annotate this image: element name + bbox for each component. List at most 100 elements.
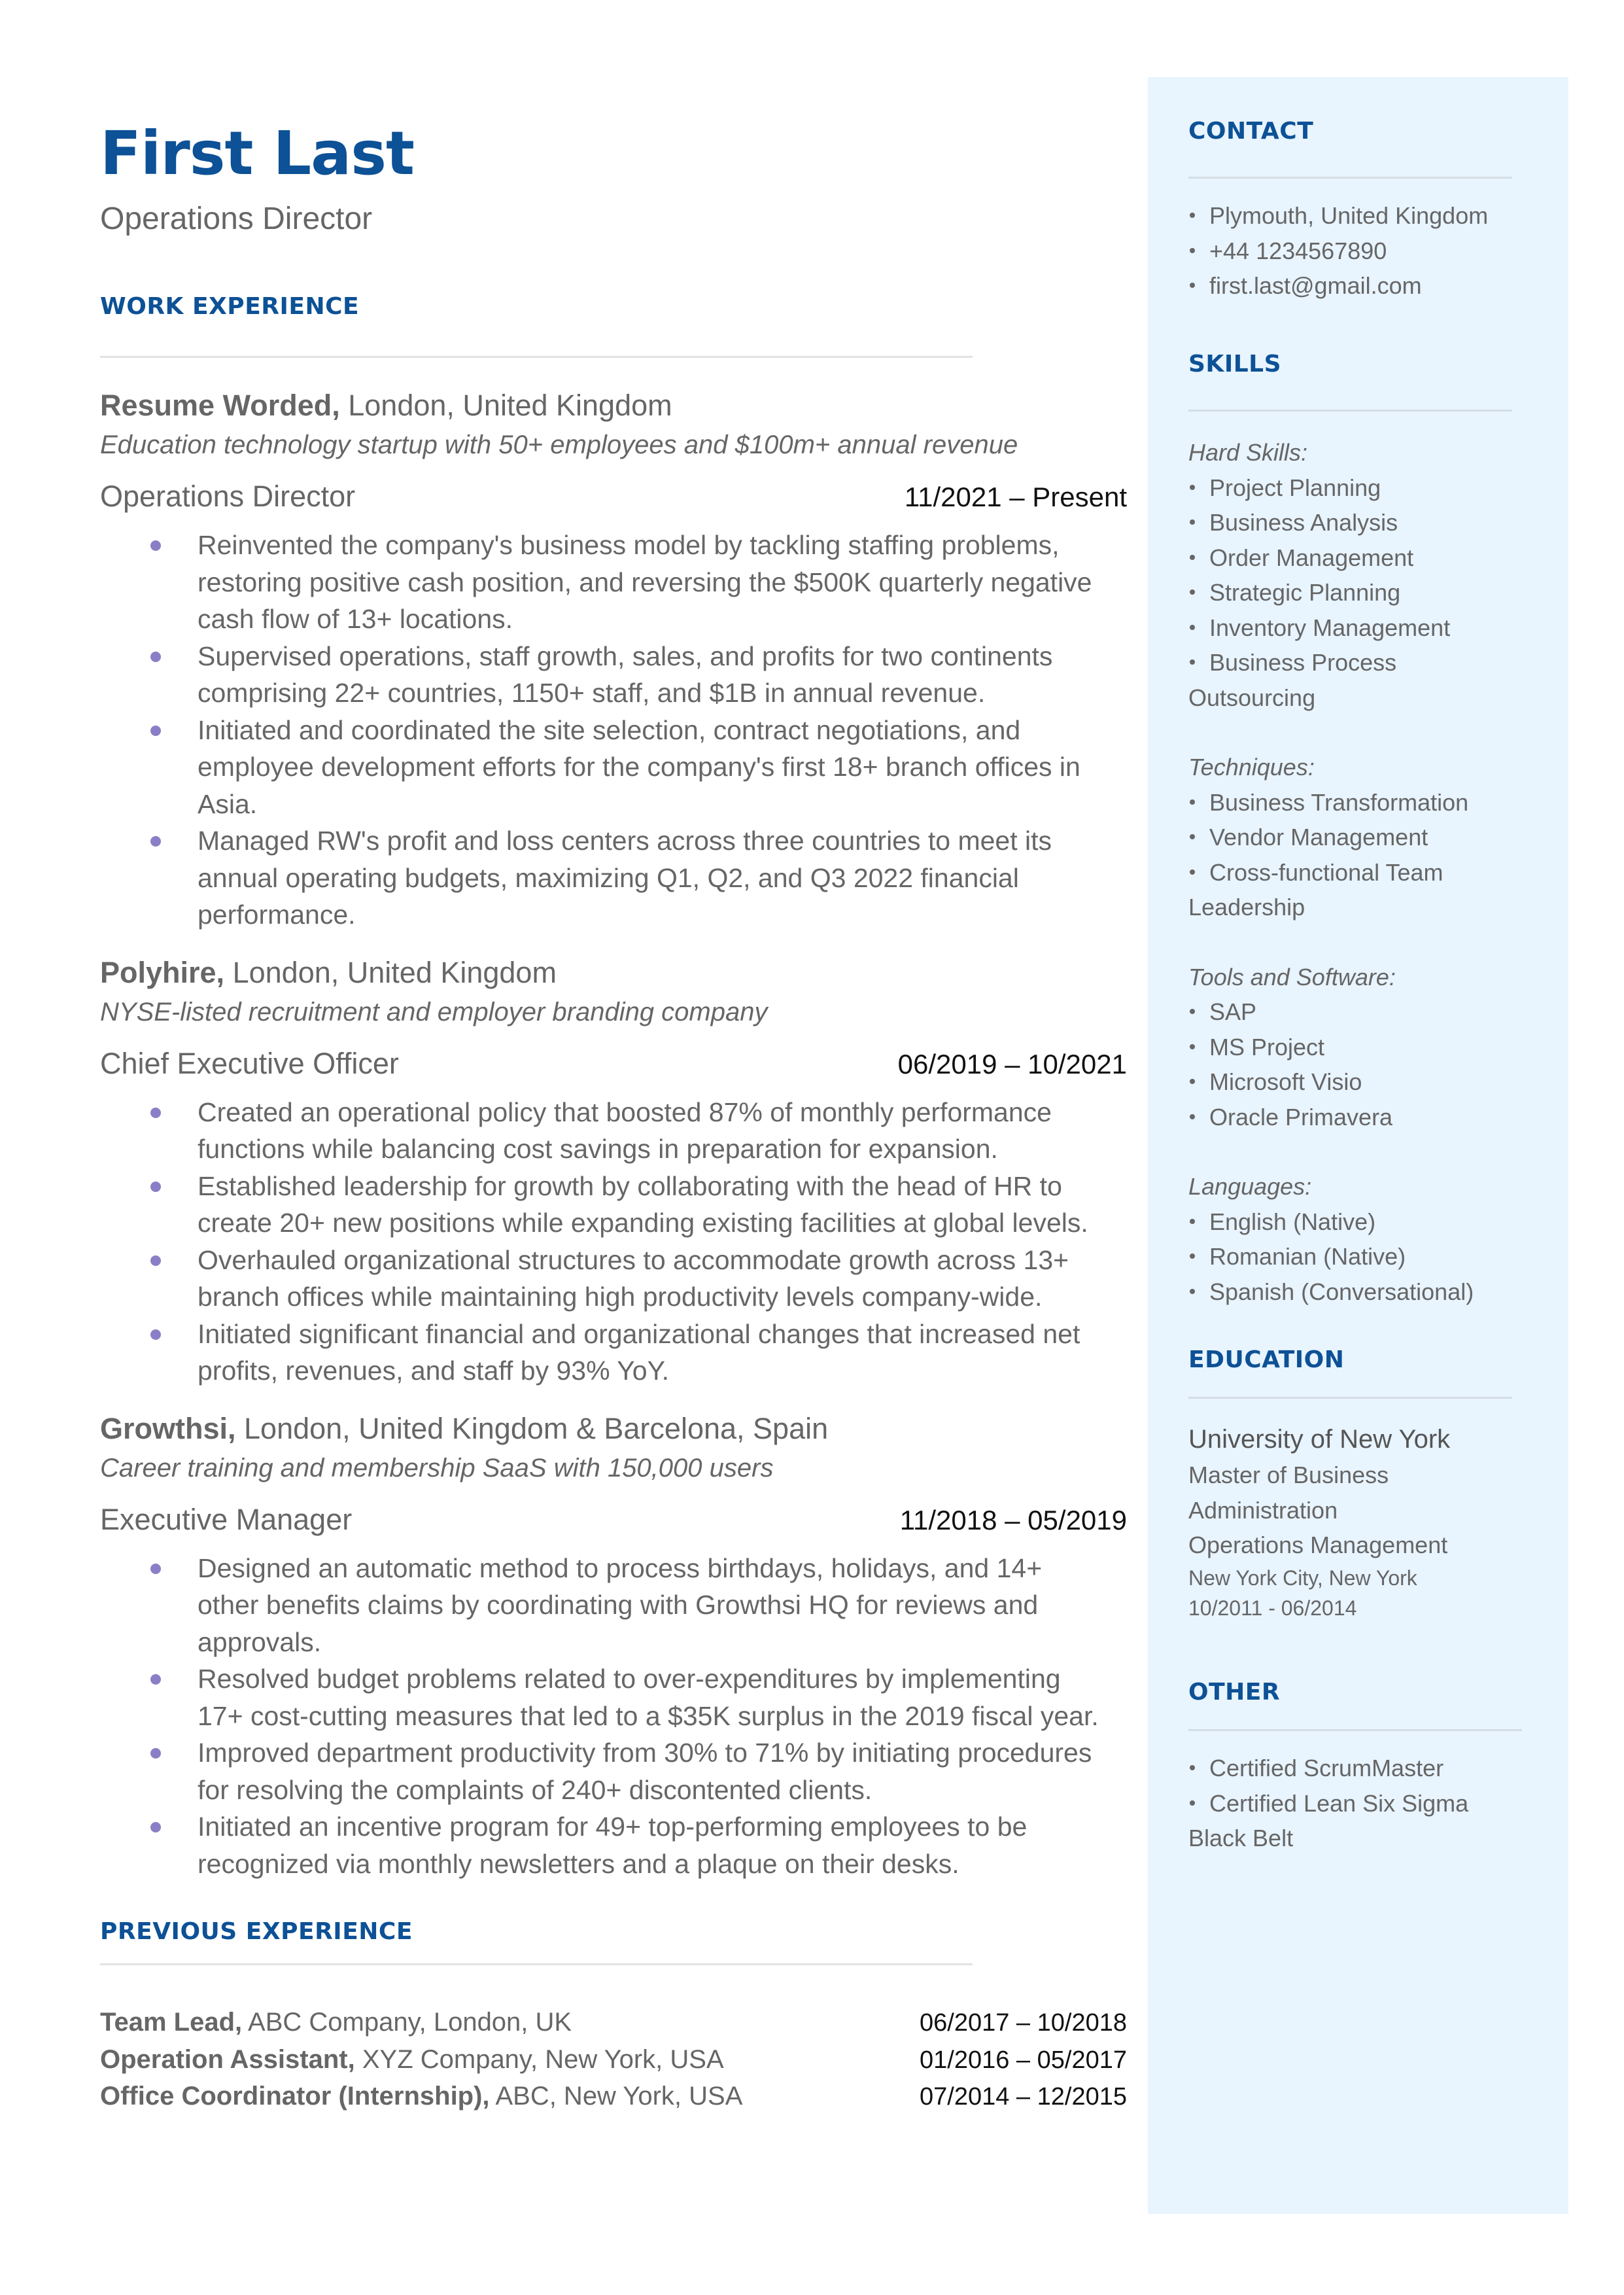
section-title-work-experience: WORK EXPERIENCE: [100, 293, 360, 320]
work-experience-list: Resume Worded, London, United Kingdom Ed…: [100, 386, 1127, 1902]
previous-experience-item: Operation Assistant, XYZ Company, New Yo…: [100, 2041, 1127, 2078]
skill-text: Cross-functional Team Leadership: [1188, 858, 1443, 921]
section-title-previous-experience: PREVIOUS EXPERIENCE: [100, 1918, 413, 1945]
education-school: University of New York: [1188, 1425, 1451, 1454]
education-field: Operations Management: [1188, 1532, 1448, 1558]
candidate-headline: Operations Director: [100, 201, 373, 236]
bullet-item: Reinvented the company's business model …: [100, 527, 1100, 638]
skill-group-label: Techniques:: [1188, 754, 1315, 780]
company-name: Polyhire,: [100, 955, 225, 989]
skill-text: Spanish (Conversational): [1209, 1278, 1474, 1305]
bullet-dot-icon: [1190, 1765, 1195, 1771]
previous-experience-item: Office Coordinator (Internship), ABC, Ne…: [100, 2078, 1127, 2115]
skill-item: English (Native): [1188, 1204, 1542, 1240]
section-divider: [100, 356, 973, 358]
bullet-dot-icon: [150, 1822, 161, 1832]
company-line: Resume Worded, London, United Kingdom: [100, 386, 1127, 425]
contact-phone: +44 1234567890: [1188, 234, 1542, 269]
skill-text: Microsoft Visio: [1209, 1068, 1362, 1095]
previous-dates: 06/2017 – 10/2018: [920, 2009, 1127, 2037]
bullet-dot-icon: [1190, 283, 1195, 289]
contact-phone-text: +44 1234567890: [1209, 237, 1387, 264]
previous-experience-list: Team Lead, ABC Company, London, UK 06/20…: [100, 2004, 1127, 2115]
section-title-contact: CONTACT: [1188, 118, 1314, 145]
bullet-dot-icon: [150, 651, 161, 662]
bullet-text: Managed RW's profit and loss centers acr…: [198, 826, 1052, 930]
skill-list: English (Native) Romanian (Native) Spani…: [1188, 1204, 1542, 1310]
candidate-name: First Last: [100, 118, 415, 188]
job-bullets: Created an operational policy that boost…: [100, 1094, 1127, 1390]
previous-role: Operation Assistant,: [100, 2044, 355, 2074]
bullet-text: Supervised operations, staff growth, sal…: [198, 640, 1053, 709]
skill-list: Project Planning Business Analysis Order…: [1188, 470, 1542, 716]
bullet-dot-icon: [1190, 869, 1195, 875]
section-divider: [1188, 177, 1512, 179]
skill-text: SAP: [1209, 998, 1257, 1025]
skills-groups: Hard Skills: Project Planning Business A…: [1188, 435, 1542, 1309]
bullet-item: Created an operational policy that boost…: [100, 1094, 1100, 1168]
skill-text: Project Planning: [1209, 474, 1381, 501]
bullet-dot-icon: [1190, 554, 1195, 560]
bullet-item: Supervised operations, staff growth, sal…: [100, 638, 1100, 712]
job-entry: Polyhire, London, United Kingdom NYSE-li…: [100, 953, 1127, 1390]
bullet-dot-icon: [1190, 624, 1195, 630]
contact-section: CONTACT Plymouth, United Kingdom +44 123…: [1188, 118, 1542, 304]
skill-item: Business Transformation: [1188, 785, 1542, 820]
skill-item: Inventory Management: [1188, 610, 1542, 646]
company-location: London, United Kingdom: [339, 389, 672, 422]
job-bullets: Reinvented the company's business model …: [100, 527, 1127, 934]
skill-group-label: Tools and Software:: [1188, 963, 1396, 990]
skill-item: SAP: [1188, 994, 1542, 1030]
skill-item: Oracle Primavera: [1188, 1100, 1542, 1135]
previous-details: ABC, New York, USA: [489, 2082, 743, 2111]
role-line: Operations Director 11/2021 – Present: [100, 476, 1127, 517]
bullet-dot-icon: [1190, 1218, 1195, 1224]
skill-item: Microsoft Visio: [1188, 1064, 1542, 1100]
bullet-dot-icon: [1190, 1253, 1195, 1259]
section-divider: [1188, 410, 1512, 412]
section-divider: [100, 1963, 973, 1965]
bullet-dot-icon: [150, 540, 161, 551]
bullet-dot-icon: [1190, 247, 1195, 253]
education-section: EDUCATION University of New York Master …: [1188, 1346, 1542, 1623]
bullet-item: Resolved budget problems related to over…: [100, 1660, 1100, 1734]
bullet-item: Improved department productivity from 30…: [100, 1734, 1100, 1808]
job-dates: 06/2019 – 10/2021: [897, 1048, 1127, 1079]
bullet-dot-icon: [150, 1748, 161, 1759]
skill-list: Business Transformation Vendor Managemen…: [1188, 785, 1542, 925]
bullet-dot-icon: [150, 1674, 161, 1685]
section-title-other: OTHER: [1188, 1679, 1281, 1706]
skill-group-languages: Languages: English (Native) Romanian (Na…: [1188, 1169, 1542, 1309]
education-location: New York City, New York: [1188, 1566, 1417, 1590]
bullet-text: Created an operational policy that boost…: [198, 1096, 1052, 1165]
job-dates: 11/2021 – Present: [904, 482, 1127, 512]
bullet-dot-icon: [150, 836, 161, 847]
job-role: Executive Manager: [100, 1502, 353, 1536]
other-text: Certified ScrumMaster: [1209, 1755, 1444, 1781]
bullet-dot-icon: [150, 1255, 161, 1266]
contact-email: first.last@gmail.com: [1188, 268, 1542, 304]
previous-role: Office Coordinator (Internship),: [100, 2082, 490, 2111]
contact-email-text: first.last@gmail.com: [1209, 272, 1422, 299]
section-divider: [1188, 1397, 1512, 1399]
bullet-dot-icon: [1190, 659, 1195, 665]
skill-text: Oracle Primavera: [1209, 1103, 1393, 1130]
skill-item: Cross-functional Team Leadership: [1188, 855, 1496, 925]
job-entry: Resume Worded, London, United Kingdom Ed…: [100, 386, 1127, 934]
bullet-dot-icon: [150, 1563, 161, 1574]
skill-text: Business Transformation: [1209, 788, 1469, 816]
skill-group-hard-skills: Hard Skills: Project Planning Business A…: [1188, 435, 1542, 715]
bullet-dot-icon: [150, 1181, 161, 1192]
skill-text: Business Process Outsourcing: [1188, 649, 1397, 711]
company-location: London, United Kingdom: [224, 955, 557, 989]
job-role: Operations Director: [100, 480, 356, 513]
job-entry: Growthsi, London, United Kingdom & Barce…: [100, 1409, 1127, 1883]
skill-text: MS Project: [1209, 1033, 1325, 1060]
bullet-item: Managed RW's profit and loss centers acr…: [100, 822, 1100, 934]
bullet-text: Designed an automatic method to process …: [198, 1552, 1043, 1657]
skills-section: SKILLS Hard Skills: Project Planning Bus…: [1188, 351, 1542, 1309]
education-dates: 10/2011 - 06/2014: [1188, 1596, 1357, 1620]
skill-item: Order Management: [1188, 540, 1542, 576]
bullet-dot-icon: [1190, 589, 1195, 595]
other-list: Certified ScrumMaster Certified Lean Six…: [1188, 1751, 1496, 1856]
